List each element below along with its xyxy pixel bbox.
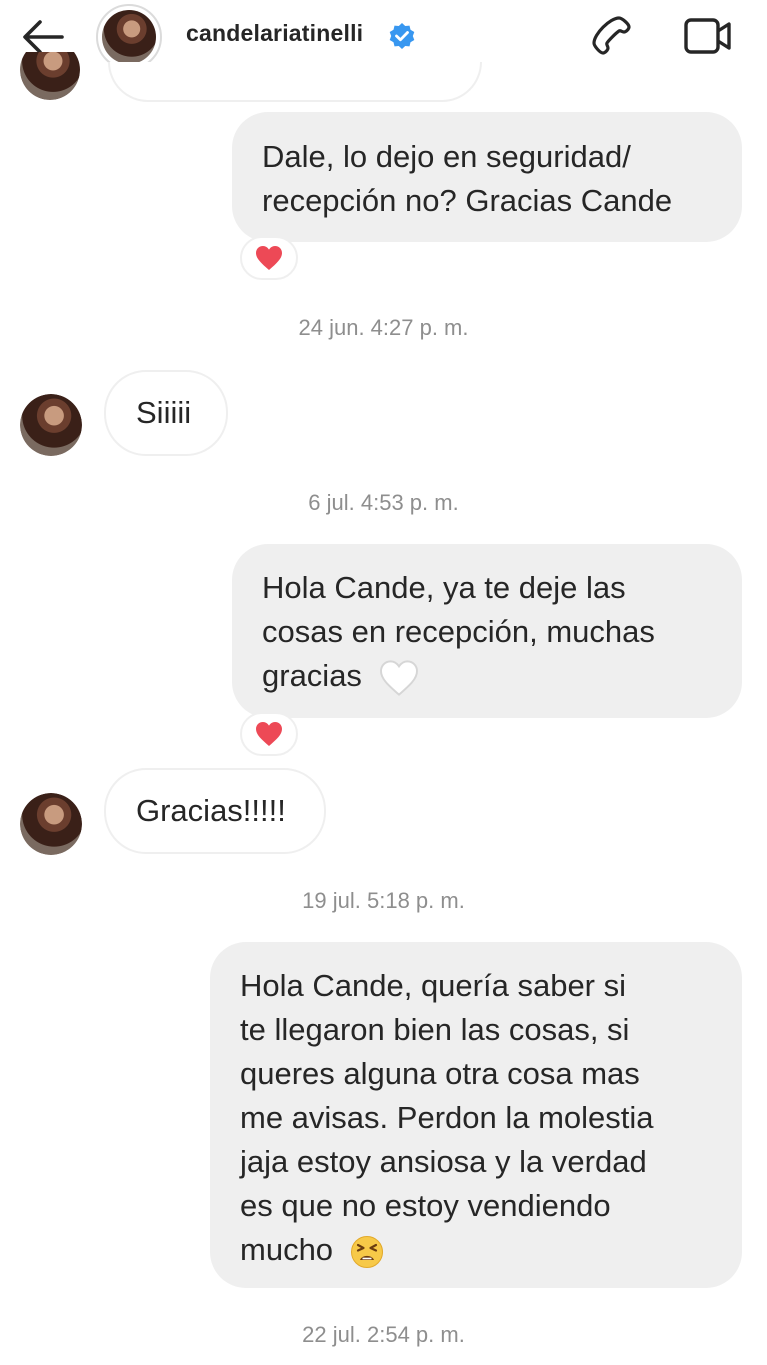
- message-line-text: mucho: [240, 1232, 334, 1267]
- message-line: Gracias!!!!!: [136, 793, 286, 828]
- sent-message-bubble[interactable]: Hola Cande, quería saber si te llegaron …: [210, 942, 742, 1288]
- tired-face-emoji-icon: [350, 1235, 383, 1268]
- received-message-bubble[interactable]: Gracias!!!!!: [104, 768, 326, 854]
- message-line-text: gracias: [262, 658, 362, 693]
- message-line: mucho: [240, 1228, 742, 1272]
- message-timestamp: 19 jul. 5:18 p. m.: [302, 888, 465, 913]
- message-timestamp: 6 jul. 4:53 p. m.: [308, 490, 459, 515]
- message-timestamp: 24 jun. 4:27 p. m.: [298, 315, 469, 340]
- video-call-button[interactable]: [682, 12, 734, 60]
- username[interactable]: candelariatinelli: [186, 20, 363, 47]
- message-reaction[interactable]: [240, 236, 298, 280]
- avatar[interactable]: [20, 52, 80, 100]
- message-line: te llegaron bien las cosas, si: [240, 1012, 630, 1047]
- message-line: queres alguna otra cosa mas: [240, 1056, 640, 1091]
- message-line: me avisas. Perdon la molestia: [240, 1100, 654, 1135]
- sent-message-bubble[interactable]: Dale, lo dejo en seguridad/ recepción no…: [232, 112, 742, 242]
- red-heart-icon: [256, 246, 282, 270]
- received-message-bubble[interactable]: [108, 62, 482, 102]
- message-reaction[interactable]: [240, 712, 298, 756]
- avatar[interactable]: [20, 793, 82, 855]
- message-line: gracias: [262, 654, 742, 698]
- header-avatar[interactable]: [96, 4, 162, 70]
- message-line: Hola Cande, ya te deje las: [262, 570, 626, 605]
- message-line: Hola Cande, quería saber si: [240, 968, 627, 1003]
- message-timestamp: 22 jul. 2:54 p. m.: [302, 1322, 465, 1347]
- message-line: Dale, lo dejo en seguridad/: [262, 139, 631, 174]
- phone-icon: [592, 16, 631, 55]
- message-line: es que no estoy vendiendo: [240, 1188, 611, 1223]
- verified-badge-icon: [389, 23, 415, 49]
- message-line: recepción no? Gracias Cande: [262, 183, 673, 218]
- avatar[interactable]: [20, 394, 82, 456]
- video-camera-icon: [684, 18, 731, 54]
- white-heart-icon: [379, 660, 418, 696]
- message-line: Siiiii: [136, 395, 192, 430]
- sent-message-bubble[interactable]: Hola Cande, ya te deje las cosas en rece…: [232, 544, 742, 718]
- received-message-bubble[interactable]: Siiiii: [104, 370, 228, 456]
- message-line: cosas en recepción, muchas: [262, 614, 655, 649]
- red-heart-icon: [256, 722, 282, 746]
- call-button[interactable]: [588, 12, 636, 60]
- message-line: jaja estoy ansiosa y la verdad: [240, 1144, 647, 1179]
